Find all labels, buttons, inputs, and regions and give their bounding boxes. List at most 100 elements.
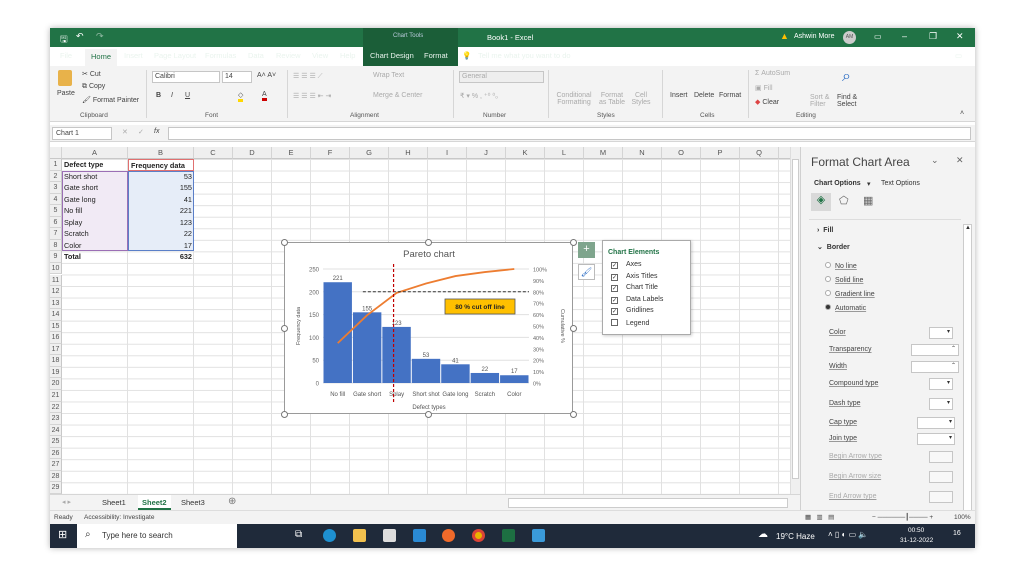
tab-data[interactable]: Data xyxy=(248,51,264,60)
tab-format[interactable]: Format xyxy=(424,51,448,60)
checkbox[interactable] xyxy=(611,318,618,326)
zoom-slider[interactable]: − ──────┃──── + xyxy=(872,513,933,521)
prop-control-transparency[interactable]: ⌃ xyxy=(911,344,959,356)
underline-button[interactable]: U xyxy=(185,92,190,99)
resize-handle[interactable] xyxy=(425,239,432,246)
border-section[interactable]: ⌄ Border xyxy=(817,243,850,251)
fill-section[interactable]: › Fill xyxy=(817,227,833,234)
chart-options-tab[interactable]: Chart Options xyxy=(814,180,861,187)
align-top-icon[interactable]: ☰ ☰ ☰ ⟋ xyxy=(293,72,323,81)
checkbox[interactable]: ✓ xyxy=(611,262,618,269)
resize-handle[interactable] xyxy=(570,411,577,418)
close-button[interactable]: ✕ xyxy=(956,31,964,42)
scroll-thumb[interactable] xyxy=(792,159,799,479)
copy-button[interactable]: ⧉ Copy xyxy=(82,83,105,91)
restore-button[interactable]: ❐ xyxy=(929,31,937,42)
row-header[interactable]: 27 xyxy=(50,459,62,471)
insert-cells-button[interactable]: Insert xyxy=(670,92,688,99)
firefox-icon[interactable] xyxy=(442,529,455,542)
sheet-tab-2[interactable]: Sheet2 xyxy=(138,495,171,510)
avatar[interactable]: AM xyxy=(843,31,856,44)
tab-chart-design[interactable]: Chart Design xyxy=(370,51,414,60)
user-name[interactable]: Ashwin More xyxy=(794,33,834,40)
row-header[interactable]: 16 xyxy=(50,332,62,344)
column-header-k[interactable]: K xyxy=(506,147,545,159)
row-header[interactable]: 15 xyxy=(50,320,62,333)
paste-icon[interactable] xyxy=(58,70,72,86)
collapse-ribbon-icon[interactable]: ˄ xyxy=(960,110,964,117)
notification-badge[interactable]: 16 xyxy=(953,530,961,537)
row-header[interactable]: 14 xyxy=(50,309,62,321)
resize-handle[interactable] xyxy=(570,325,577,332)
wrap-text-button[interactable]: Wrap Text xyxy=(373,72,404,79)
sort-filter-button[interactable]: Sort & Filter xyxy=(810,94,834,108)
chart-element-legend[interactable]: Legend xyxy=(611,318,649,327)
chart-element-data-labels[interactable]: ✓ Data Labels xyxy=(611,296,663,304)
redo-icon[interactable]: ↷ xyxy=(96,31,104,42)
column-header-c[interactable]: C xyxy=(194,147,233,159)
column-header-i[interactable]: I xyxy=(428,147,467,159)
radio-automatic[interactable]: Automatic xyxy=(825,304,866,312)
task-view-icon[interactable]: ⧉ xyxy=(295,529,302,540)
pareto-chart[interactable]: Pareto chart 0 50 100 150 200 250 0% 10% 20% 30% 40… xyxy=(281,239,577,418)
chart-styles-button[interactable]: 🖌 xyxy=(578,264,595,280)
row-header[interactable]: 22 xyxy=(50,401,62,414)
prop-control-join-type[interactable]: ▾ xyxy=(917,433,955,445)
row-header[interactable]: 11 xyxy=(50,274,62,287)
row-header[interactable]: 28 xyxy=(50,470,62,483)
row-header[interactable]: 9 xyxy=(50,251,62,263)
undo-icon[interactable]: ↶ xyxy=(76,31,84,42)
file-explorer-icon[interactable] xyxy=(353,529,366,542)
row-header[interactable]: 20 xyxy=(50,378,62,390)
column-header-d[interactable]: D xyxy=(233,147,272,159)
ribbon-display-icon[interactable]: ▭ xyxy=(874,32,882,41)
row-header[interactable]: 8 xyxy=(50,239,62,252)
row-header[interactable]: 10 xyxy=(50,262,62,275)
column-header-f[interactable]: F xyxy=(311,147,350,159)
select-all-corner[interactable] xyxy=(50,147,62,159)
resize-handle[interactable] xyxy=(281,411,288,418)
delete-cells-button[interactable]: Delete xyxy=(694,92,714,99)
tab-formulas[interactable]: Formulas xyxy=(205,51,236,60)
column-header-q[interactable]: Q xyxy=(740,147,779,159)
row-header[interactable]: 25 xyxy=(50,436,62,448)
row-header[interactable]: 5 xyxy=(50,205,62,217)
row-header[interactable]: 4 xyxy=(50,193,62,206)
save-icon[interactable]: 🖫 xyxy=(60,32,68,48)
cut-button[interactable]: ✂ Cut xyxy=(82,70,101,78)
taskbar-search[interactable]: ⌕ Type here to search xyxy=(77,524,237,548)
row-header[interactable]: 3 xyxy=(50,182,62,194)
column-header-o[interactable]: O xyxy=(662,147,701,159)
checkbox[interactable]: ✓ xyxy=(611,308,618,315)
tab-review[interactable]: Review xyxy=(276,51,301,60)
column-header-p[interactable]: P xyxy=(701,147,740,159)
chart-options-dropdown-icon[interactable]: ▾ xyxy=(867,180,871,188)
tab-home[interactable]: Home xyxy=(85,49,118,66)
italic-button[interactable]: I xyxy=(171,92,173,99)
horizontal-scrollbar[interactable] xyxy=(508,498,788,508)
tab-page-layout[interactable]: Page Layout xyxy=(154,51,196,60)
resize-handle[interactable] xyxy=(281,239,288,246)
pane-options-chevron-icon[interactable]: ⌄ xyxy=(931,155,939,166)
resize-handle[interactable] xyxy=(281,325,288,332)
row-header[interactable]: 21 xyxy=(50,390,62,402)
accessibility-status[interactable]: Accessibility: Investigate xyxy=(84,514,154,521)
cell-A1[interactable]: Defect type xyxy=(62,159,128,171)
column-header-a[interactable]: A xyxy=(62,147,128,159)
row-header[interactable]: 24 xyxy=(50,424,62,437)
comments-icon[interactable]: ▭ xyxy=(955,51,962,60)
prop-control-dash-type[interactable]: ▾ xyxy=(929,398,953,410)
row-header[interactable]: 6 xyxy=(50,216,62,229)
view-normal-icon[interactable]: ▦ ▥ ▤ xyxy=(805,513,834,521)
resize-handle[interactable] xyxy=(425,411,432,418)
bold-button[interactable]: B xyxy=(156,92,161,99)
find-select-button[interactable]: Find & Select xyxy=(837,94,865,108)
clock-date[interactable]: 31-12-2022 xyxy=(900,537,933,544)
radio-circle[interactable] xyxy=(825,276,831,282)
cell-B1[interactable]: Frequency data xyxy=(128,159,194,171)
chart-element-axes[interactable]: ✓ Axes xyxy=(611,261,642,269)
clear-button[interactable]: ◆ Clear xyxy=(755,98,779,106)
row-header[interactable]: 18 xyxy=(50,355,62,367)
effects-icon[interactable]: ⬠ xyxy=(839,194,849,207)
size-properties-icon[interactable]: ▦ xyxy=(863,194,873,207)
